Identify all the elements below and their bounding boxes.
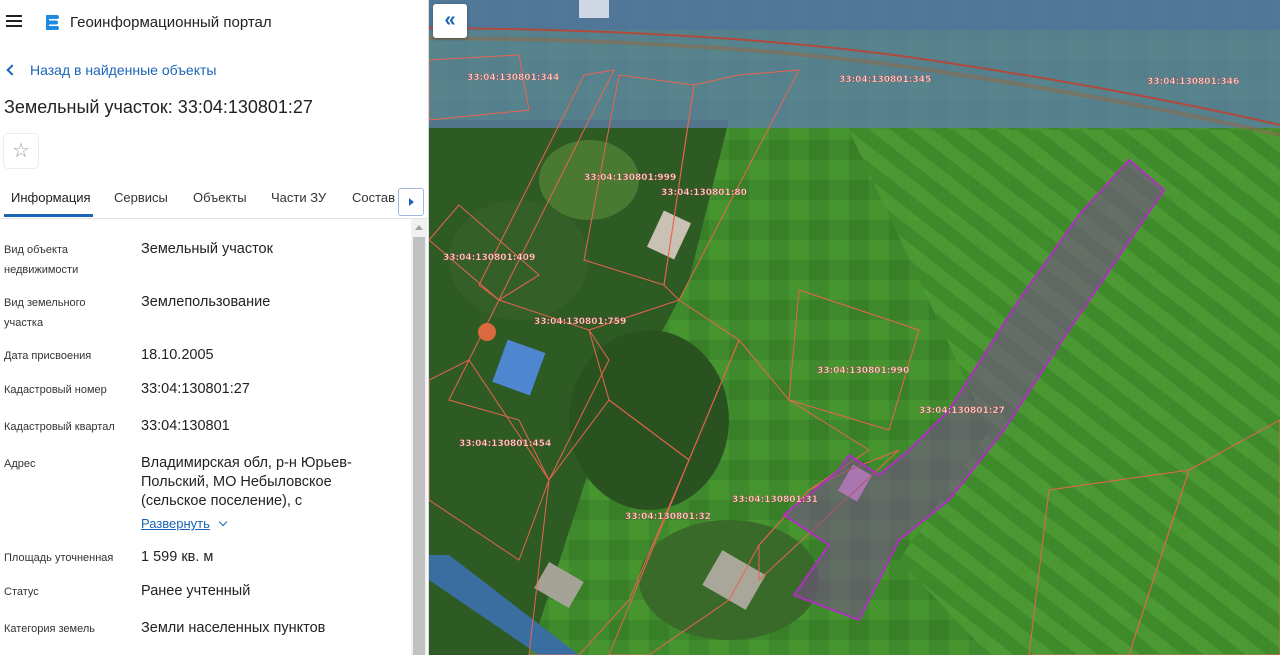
field-value: 33:04:130801 [141,418,230,434]
map-view[interactable]: 33:04:130801:344 33:04:130801:345 33:04:… [429,0,1280,655]
field-label: Вид земельного участка [4,297,86,329]
parcel-label: 33:04:130801:346 [1147,77,1239,87]
tab-bar: Информация Сервисы Объекты Части ЗУ Сост… [0,180,428,219]
field-value: Ранее учтенный [141,583,251,599]
parcel-label: 33:04:130801:409 [443,253,535,263]
parcel-label: 33:04:130801:345 [839,75,931,85]
parcel-label: 33:04:130801:27 [919,406,1005,416]
satellite-map[interactable]: 33:04:130801:344 33:04:130801:345 33:04:… [429,0,1280,655]
tab-information[interactable]: Информация [11,190,91,205]
field-label: Площадь уточненная [4,552,114,564]
back-link-label: Назад в найденные объекты [30,62,217,78]
double-chevron-left-icon: « [444,9,456,31]
field-value: 18.10.2005 [141,347,214,363]
field-label: Дата присвоения [4,350,92,362]
expand-link[interactable]: Развернуть [141,515,228,533]
collapse-panel-button[interactable]: « [433,4,467,38]
field-label: Кадастровый квартал [4,421,115,433]
expand-link-label: Развернуть [141,516,210,531]
field-value: Земли населенных пунктов [141,620,326,636]
page-title: Земельный участок: 33:04:130801:27 [4,97,313,117]
top-bar: Геоинформационный портал [0,0,428,44]
field-value: 33:04:130801:27 [141,381,250,397]
app-title: Геоинформационный портал [70,14,272,31]
tab-services[interactable]: Сервисы [114,190,168,205]
info-panel: Геоинформационный портал Назад в найденн… [0,0,429,655]
parcel-label: 33:04:130801:454 [459,439,551,449]
tabs-scroll-right-button[interactable] [398,188,424,216]
star-icon: ☆ [12,140,30,162]
favorite-star-button[interactable]: ☆ [4,134,38,168]
field-label: Статус [4,586,39,598]
tab-parts[interactable]: Части ЗУ [271,190,326,205]
parcel-label: 33:04:130801:32 [625,512,711,522]
parcel-label: 33:04:130801:344 [467,73,559,83]
active-tab-indicator [4,214,93,217]
scroll-thumb[interactable] [413,237,425,655]
field-value: Земельный участок [141,241,273,257]
field-value: 1 599 кв. м [141,549,214,565]
parcel-label: 33:04:130801:990 [817,366,909,376]
chevron-down-icon [218,517,228,527]
portal-logo-icon [46,15,59,30]
back-link[interactable]: Назад в найденные объекты [6,62,217,78]
parcel-label: 33:04:130801:759 [534,317,626,327]
field-label: Адрес [4,458,36,470]
tab-composition[interactable]: Состав [352,190,395,205]
field-value: Землепользование [141,294,271,310]
field-label: Категория земель [4,623,95,635]
chevron-left-icon [6,64,18,76]
parcel-label: 33:04:130801:31 [732,495,818,505]
field-label: Вид объекта недвижимости [4,244,79,276]
scrollbar[interactable] [411,219,427,655]
address-value: Владимирская обл, р-н Юрьев-Польский, МО… [141,455,352,509]
tab-objects[interactable]: Объекты [193,190,247,205]
parcel-label: 33:04:130801:80 [661,188,747,198]
field-list: Вид объекта недвижимости Земельный участ… [0,219,410,655]
hamburger-icon[interactable] [6,15,22,27]
scroll-up-arrow-icon[interactable] [415,225,423,230]
field-label: Кадастровый номер [4,384,107,396]
parcel-label: 33:04:130801:999 [584,173,676,183]
